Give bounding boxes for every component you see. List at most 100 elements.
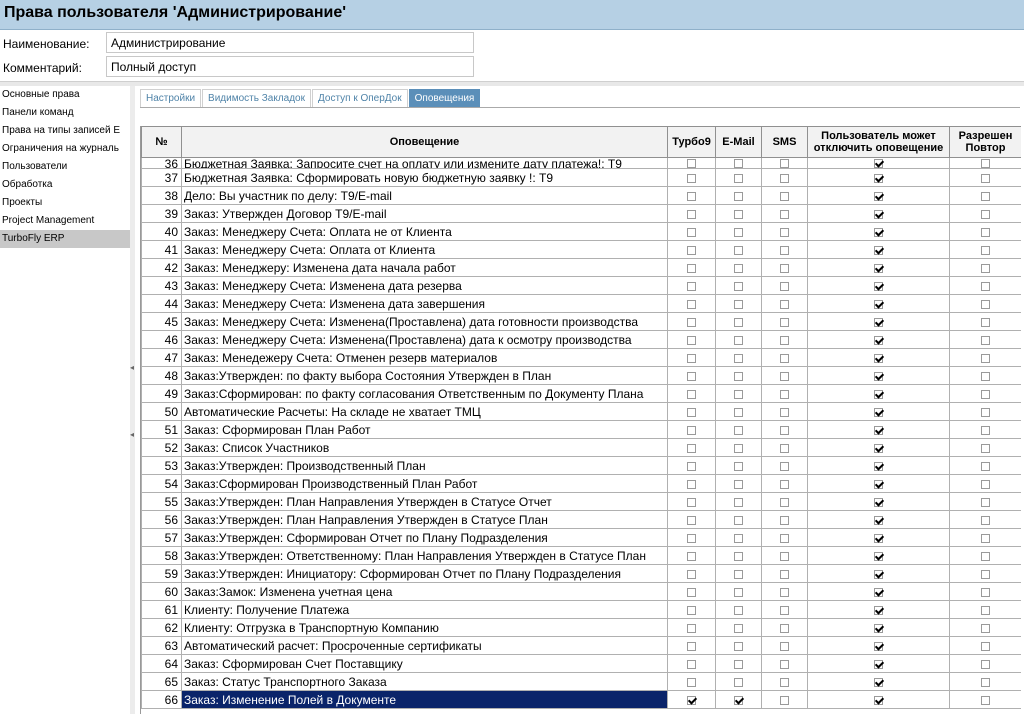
tab-1[interactable]: Видимость Закладок <box>202 89 311 108</box>
turbo-checkbox[interactable] <box>687 605 696 615</box>
sms-checkbox[interactable] <box>780 263 789 273</box>
table-row[interactable]: 54 Заказ:Сформирован Производственный Пла… <box>141 474 1021 493</box>
table-row[interactable]: 56 Заказ:Утвержден: План Направления Утве… <box>141 510 1021 529</box>
sms-checkbox[interactable] <box>780 191 789 201</box>
sms-checkbox[interactable] <box>780 281 789 291</box>
sms-checkbox[interactable] <box>780 497 789 507</box>
user-can-disable-checkbox[interactable] <box>874 245 883 255</box>
repeat-checkbox[interactable] <box>981 461 990 471</box>
turbo-checkbox[interactable] <box>687 191 696 201</box>
notification-name[interactable]: Заказ:Утвержден: Сформирован Отчет по Пл… <box>181 528 668 547</box>
notification-name[interactable]: Заказ: Менеджеру Счета: Оплата от Клиент… <box>181 240 668 259</box>
table-row[interactable]: 51 Заказ: Сформирован План Работ <box>141 420 1021 439</box>
notification-name[interactable]: Заказ:Утвержден: Инициатору: Сформирован… <box>181 564 668 583</box>
repeat-checkbox[interactable] <box>981 443 990 453</box>
repeat-checkbox[interactable] <box>981 479 990 489</box>
table-row[interactable]: 49 Заказ:Сформирован: по факту согласован… <box>141 384 1021 403</box>
notification-name[interactable]: Дело: Вы участник по делу: Т9/E-mail <box>181 186 668 205</box>
repeat-checkbox[interactable] <box>981 159 990 168</box>
table-row[interactable]: 50 Автоматические Расчеты: На складе не х… <box>141 402 1021 421</box>
repeat-checkbox[interactable] <box>981 515 990 525</box>
notification-name[interactable]: Бюджетная Заявка: Запросите счет на опла… <box>181 157 668 169</box>
notification-name[interactable]: Автоматические Расчеты: На складе не хва… <box>181 402 668 421</box>
notification-name[interactable]: Автоматический расчет: Просроченные серт… <box>181 636 668 655</box>
sms-checkbox[interactable] <box>780 245 789 255</box>
user-can-disable-checkbox[interactable] <box>874 191 883 201</box>
email-checkbox[interactable] <box>734 317 743 327</box>
repeat-checkbox[interactable] <box>981 209 990 219</box>
sms-checkbox[interactable] <box>780 371 789 381</box>
repeat-checkbox[interactable] <box>981 587 990 597</box>
email-checkbox[interactable] <box>734 641 743 651</box>
user-can-disable-checkbox[interactable] <box>874 569 883 579</box>
turbo-checkbox[interactable] <box>687 299 696 309</box>
table-row[interactable]: 43 Заказ: Менеджеру Счета: Изменена дата … <box>141 276 1021 295</box>
user-can-disable-checkbox[interactable] <box>874 587 883 597</box>
repeat-checkbox[interactable] <box>981 389 990 399</box>
col-email-header[interactable]: E-Mail <box>715 126 762 158</box>
user-can-disable-checkbox[interactable] <box>874 263 883 273</box>
turbo-checkbox[interactable] <box>687 407 696 417</box>
turbo-checkbox[interactable] <box>687 281 696 291</box>
repeat-checkbox[interactable] <box>981 497 990 507</box>
turbo-checkbox[interactable] <box>687 317 696 327</box>
email-checkbox[interactable] <box>734 281 743 291</box>
col-num-header[interactable]: № <box>141 126 182 158</box>
sms-checkbox[interactable] <box>780 173 789 183</box>
sms-checkbox[interactable] <box>780 659 789 669</box>
email-checkbox[interactable] <box>734 623 743 633</box>
turbo-checkbox[interactable] <box>687 515 696 525</box>
notification-name[interactable]: Заказ:Утвержден: по факту выбора Состоян… <box>181 366 668 385</box>
turbo-checkbox[interactable] <box>687 623 696 633</box>
notification-name[interactable]: Заказ: Менеджеру Счета: Изменена(Простав… <box>181 330 668 349</box>
turbo-checkbox[interactable] <box>687 587 696 597</box>
nav-item[interactable]: Ограничения на журналь <box>0 140 130 158</box>
user-can-disable-checkbox[interactable] <box>874 443 883 453</box>
notification-name[interactable]: Заказ:Утвержден: Ответственному: План На… <box>181 546 668 565</box>
email-checkbox[interactable] <box>734 353 743 363</box>
repeat-checkbox[interactable] <box>981 317 990 327</box>
sms-checkbox[interactable] <box>780 677 789 687</box>
table-row[interactable]: 61 Клиенту: Получение Платежа <box>141 600 1021 619</box>
table-row[interactable]: 46 Заказ: Менеджеру Счета: Изменена(Прост… <box>141 330 1021 349</box>
nav-item[interactable]: TurboFly ERP <box>0 230 130 248</box>
email-checkbox[interactable] <box>734 371 743 381</box>
email-checkbox[interactable] <box>734 209 743 219</box>
sms-checkbox[interactable] <box>780 461 789 471</box>
turbo-checkbox[interactable] <box>687 695 696 705</box>
table-row[interactable]: 39 Заказ: Утвержден Договор Т9/E-mail <box>141 204 1021 223</box>
repeat-checkbox[interactable] <box>981 299 990 309</box>
table-row[interactable]: 42 Заказ: Менеджеру: Изменена дата начала… <box>141 258 1021 277</box>
turbo-checkbox[interactable] <box>687 353 696 363</box>
email-checkbox[interactable] <box>734 263 743 273</box>
table-row[interactable]: 59 Заказ:Утвержден: Инициатору: Сформиров… <box>141 564 1021 583</box>
notification-name[interactable]: Заказ: Менеджеру Счета: Изменена(Простав… <box>181 312 668 331</box>
repeat-checkbox[interactable] <box>981 641 990 651</box>
table-row[interactable]: 53 Заказ:Утвержден: Производственный План <box>141 456 1021 475</box>
turbo-checkbox[interactable] <box>687 641 696 651</box>
nav-item[interactable]: Панели команд <box>0 104 130 122</box>
user-can-disable-checkbox[interactable] <box>874 173 883 183</box>
sms-checkbox[interactable] <box>780 407 789 417</box>
user-can-disable-checkbox[interactable] <box>874 659 883 669</box>
notification-name[interactable]: Заказ: Статус Транспортного Заказа <box>181 672 668 691</box>
notification-name[interactable]: Бюджетная Заявка: Сформировать новую бюд… <box>181 168 668 187</box>
col-repeat-header[interactable]: Разрешен Повтор <box>949 126 1021 158</box>
user-can-disable-checkbox[interactable] <box>874 407 883 417</box>
repeat-checkbox[interactable] <box>981 281 990 291</box>
notification-name[interactable]: Заказ:Утвержден: Производственный План <box>181 456 668 475</box>
user-can-disable-checkbox[interactable] <box>874 227 883 237</box>
repeat-checkbox[interactable] <box>981 695 990 705</box>
notification-name[interactable]: Заказ: Изменение Полей в Документе <box>181 690 668 709</box>
user-can-disable-checkbox[interactable] <box>874 515 883 525</box>
email-checkbox[interactable] <box>734 191 743 201</box>
sms-checkbox[interactable] <box>780 587 789 597</box>
notification-name[interactable]: Заказ: Менедежеру Счета: Отменен резерв … <box>181 348 668 367</box>
notification-name[interactable]: Заказ:Утвержден: План Направления Утверж… <box>181 510 668 529</box>
notification-name[interactable]: Заказ:Сформирован: по факту согласования… <box>181 384 668 403</box>
table-row[interactable]: 64 Заказ: Сформирован Счет Поставщику <box>141 654 1021 673</box>
table-row[interactable]: 57 Заказ:Утвержден: Сформирован Отчет по … <box>141 528 1021 547</box>
turbo-checkbox[interactable] <box>687 533 696 543</box>
table-row[interactable]: 65 Заказ: Статус Транспортного Заказа <box>141 672 1021 691</box>
email-checkbox[interactable] <box>734 677 743 687</box>
